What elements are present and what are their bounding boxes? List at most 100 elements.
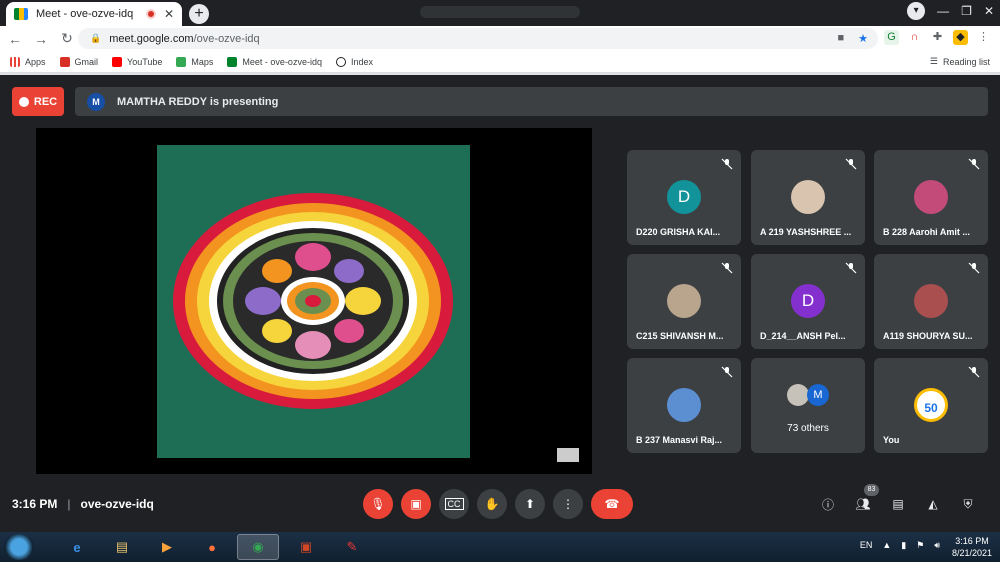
bookmark-maps[interactable]: Maps [176,56,213,67]
chat-button[interactable]: ▤ [888,494,908,514]
youtube-icon [112,56,123,67]
participant-tile[interactable]: A 219 YASHSHREE ... [751,150,865,245]
gmail-icon [59,56,70,67]
avatar: 50 [914,388,948,422]
camera-toggle-button[interactable]: ▣ [401,489,431,519]
present-button[interactable]: ⬆ [515,489,545,519]
avatar [914,180,948,214]
tab-meet[interactable]: Meet - ove-ozve-idq ✕ [6,2,182,26]
url-path: /ove-ozve-idq [193,32,260,45]
avatar [667,284,701,318]
participant-name: C215 SHIVANSH M... [636,331,724,341]
browser-toolbar: ← → ↻ 🔒 meet.google.com/ove-ozve-idq ■ ★… [0,26,1000,51]
lock-icon[interactable]: 🔒 [90,33,101,44]
leave-call-button[interactable]: ☎ [591,489,633,519]
others-tile[interactable]: M 73 others [751,358,865,453]
participant-tile[interactable]: D D_214__ANSH Pel... [751,254,865,349]
kebab-icon: ⋮ [562,497,574,511]
profile-avatar-icon[interactable]: ◆ [953,30,968,45]
rangoli-image [173,193,453,409]
host-controls-button[interactable]: ⛨ [958,494,978,514]
bookmark-apps[interactable]: Apps [10,56,46,67]
mic-toggle-button[interactable]: 🎙︎ [363,489,393,519]
extensions-puzzle-icon[interactable]: ✚ [930,30,945,45]
language-indicator[interactable]: EN [860,540,873,551]
meeting-info-button[interactable]: ⓘ [818,494,838,514]
internet-explorer-icon[interactable]: e [56,534,98,560]
show-hidden-icons-icon[interactable]: ▲ [882,540,891,551]
reading-list-button[interactable]: ☰ Reading list [930,56,990,67]
extension-headset-icon[interactable]: ∩ [907,30,922,45]
close-tab-icon[interactable]: ✕ [164,7,174,21]
participant-tile[interactable]: A119 SHOURYA SU... [874,254,988,349]
mic-off-icon [845,158,857,170]
minimize-icon[interactable]: — [937,4,949,18]
people-count-badge: 83 [864,484,879,496]
presentation-stage[interactable] [36,128,592,474]
bookmark-index[interactable]: Index [335,56,373,67]
meet-area: REC M MAMTHA REDDY is presenting D D220 … [0,75,1000,530]
participant-name: You [883,435,900,445]
participant-name: B 237 Manasvi Raj... [636,435,723,445]
firefox-icon[interactable]: ● [191,534,233,560]
self-tile[interactable]: 50 You [874,358,988,453]
chrome-icon[interactable]: ◉ [237,534,279,560]
extension-g-icon[interactable]: G [884,30,899,45]
meeting-details: 3:16 PM | ove-ozve-idq [12,497,154,511]
media-player-icon[interactable]: ▶ [146,534,188,560]
hang-up-icon: ☎ [604,497,620,511]
bookmark-youtube[interactable]: YouTube [112,56,162,67]
caption-thumbnail [557,448,579,462]
participant-name: B 228 Aarohi Amit ... [883,227,970,237]
present-screen-icon: ⬆ [524,497,536,511]
hand-icon: ✋ [484,497,500,511]
volume-icon[interactable]: 🔊︎ [934,540,940,551]
powerpoint-icon[interactable]: ▣ [285,534,327,560]
reload-icon[interactable]: ↻ [56,30,78,47]
new-tab-button[interactable]: + [189,4,209,24]
browser-chrome: Meet - ove-ozve-idq ✕ + ▾ — ❐ ✕ ← → ↻ 🔒 … [0,0,1000,75]
participant-tile[interactable]: D D220 GRISHA KAI... [627,150,741,245]
file-explorer-icon[interactable]: ▤ [101,534,143,560]
apps-grid-icon [10,56,20,67]
recording-indicator-icon [145,9,156,19]
bookmark-meet[interactable]: Meet - ove-ozve-idq [227,56,322,67]
tab-search-icon[interactable]: ▾ [907,2,926,20]
windows-taskbar: e ▤ ▶ ● ◉ ▣ ✎ EN ▲ ▮ ⚑ 🔊︎ 3:16 PM 8/21/2… [0,532,1000,562]
people-button[interactable]: 👥︎ [853,494,873,514]
avatar: M [807,384,829,406]
mic-off-icon [968,366,980,378]
network-icon[interactable]: ▮ [901,540,906,551]
participant-tile[interactable]: B 228 Aarohi Amit ... [874,150,988,245]
system-clock[interactable]: 3:16 PM 8/21/2021 [952,535,992,559]
clock-time: 3:16 PM [955,536,989,546]
more-options-button[interactable]: ⋮ [553,489,583,519]
avatar: D [667,180,701,214]
maximize-icon[interactable]: ❐ [961,4,972,18]
forward-icon[interactable]: → [30,31,52,47]
back-icon[interactable]: ← [4,31,26,47]
close-window-icon[interactable]: ✕ [984,4,994,18]
captions-button[interactable]: CC [439,489,469,519]
bookmarks-bar: Apps Gmail YouTube Maps Meet - ove-ozve-… [0,51,1000,73]
bookmark-star-icon[interactable]: ★ [858,32,868,45]
flag-icon[interactable]: ⚑ [916,540,924,551]
raise-hand-button[interactable]: ✋ [477,489,507,519]
window-controls: ▾ — ❐ ✕ [907,2,994,20]
start-button[interactable] [4,534,34,560]
meet-favicon-icon [14,8,28,20]
menu-kebab-icon[interactable]: ⋮ [976,30,991,45]
avatar [914,284,948,318]
window-title-blur [420,6,580,18]
participant-tile[interactable]: B 237 Manasvi Raj... [627,358,741,453]
mic-off-icon: 🎙︎ [370,497,386,511]
mic-off-icon [721,366,733,378]
tab-strip: Meet - ove-ozve-idq ✕ + ▾ — ❐ ✕ [0,0,1000,26]
camera-in-use-icon[interactable]: ■ [837,32,844,45]
pdf-reader-icon[interactable]: ✎ [331,534,373,560]
chat-icon: ▤ [892,497,904,511]
participant-tile[interactable]: C215 SHIVANSH M... [627,254,741,349]
bookmark-gmail[interactable]: Gmail [59,56,98,67]
address-bar[interactable]: 🔒 meet.google.com/ove-ozve-idq ■ ★ [78,28,878,49]
activities-button[interactable]: ◭ [923,494,943,514]
